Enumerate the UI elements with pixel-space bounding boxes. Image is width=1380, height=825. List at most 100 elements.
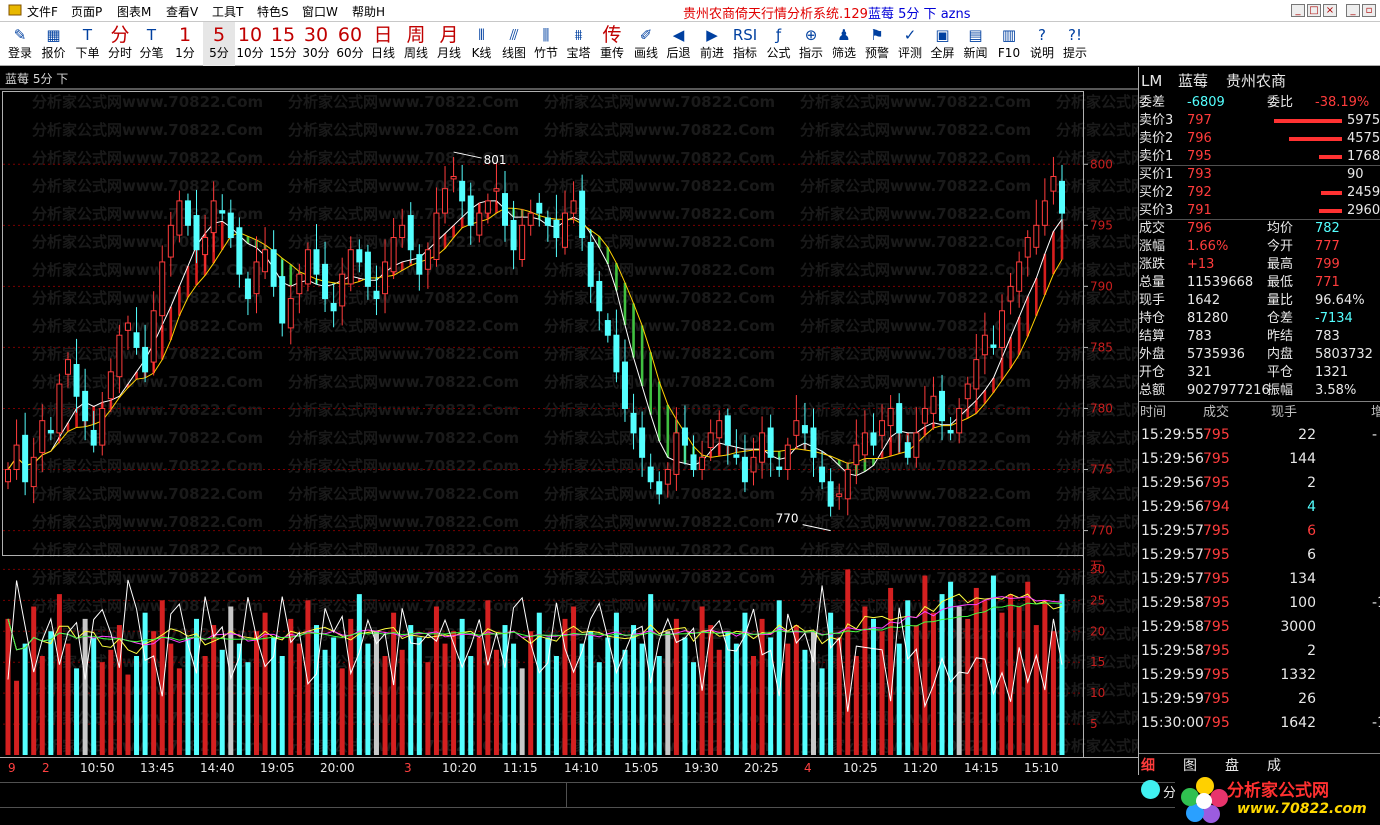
candle-body [827, 481, 834, 507]
menu-tools[interactable]: 工具T [212, 3, 243, 20]
menu-window[interactable]: 窗口W [302, 3, 338, 20]
candle-body [296, 273, 303, 295]
toolbar-button-forward[interactable]: ▶ 前进 [696, 22, 728, 66]
toolbar-button-news[interactable]: ▤ 新闻 [959, 22, 992, 66]
toolbar-button-alert[interactable]: ⚑ 预警 [860, 22, 894, 66]
maximize-button[interactable]: □ [1307, 4, 1321, 17]
volume-bar [999, 612, 1005, 755]
toolbar-button-month[interactable]: 月月线 [433, 22, 465, 66]
toolbar-button-signal[interactable]: ⊕ 指示 [795, 22, 827, 66]
toolbar-button-kline[interactable]: ⫴ K线 [465, 22, 498, 66]
candle-body [879, 420, 886, 436]
toolbar-button-screen[interactable]: ♟ 筛选 [828, 22, 860, 66]
toolbar-button-m1[interactable]: 1 1分 [170, 22, 200, 66]
chart-area[interactable]: 分析家公式网www.70822.Com 分析家公式网www.70822.Com 分析… [0, 67, 1138, 775]
time-axis-label: 19:05 [260, 761, 295, 775]
toolbar-button-m10[interactable]: 10 10分 [233, 22, 267, 66]
back-icon: ◀ [672, 26, 685, 44]
bid-label: 买价3 [1139, 203, 1174, 218]
toolbar-button-bamboo[interactable]: ⫼ 竹节 [530, 22, 562, 66]
menu-view[interactable]: 查看V [166, 3, 198, 20]
volume-bar [1025, 581, 1031, 755]
volume-bar [1059, 594, 1065, 755]
ask-volume-bar [1319, 155, 1342, 159]
toolbar-button-m60[interactable]: 60 60分 [333, 22, 367, 66]
menu-chart[interactable]: 图表M [117, 3, 151, 20]
toolbar-button-login[interactable]: ✎ 登录 [4, 22, 36, 66]
volume-bar [502, 625, 508, 755]
toolbar-button-draw[interactable]: ✐ 画线 [630, 22, 662, 66]
tick-time: 15:29:59 [1141, 667, 1204, 683]
toolbar-button-order[interactable]: ꓔ 下单 [71, 22, 104, 66]
candle-body [133, 332, 140, 348]
stat-value2: 771 [1315, 275, 1340, 290]
toolbar-button-m15[interactable]: 15 15分 [266, 22, 300, 66]
toolbar-button-fullscreen[interactable]: ▣ 全屏 [926, 22, 959, 66]
toolbar-button-week[interactable]: 周周线 [400, 22, 432, 66]
toolbar-button-tick[interactable]: 分分时 [103, 22, 137, 66]
watermark-text: 分析家公式网www.70822.Com [544, 233, 775, 251]
close-button[interactable]: × [1323, 4, 1337, 17]
toolbar-button-m5[interactable]: 5 5分 [203, 22, 235, 66]
alert-icon: ⚑ [870, 26, 884, 44]
toolbar-button-quote[interactable]: ▦ 报价 [37, 22, 70, 66]
stat-label: 现手 [1139, 293, 1166, 308]
tick-time: 15:29:55 [1141, 427, 1204, 443]
toolbar-button-linechart[interactable]: ⫻ 线图 [498, 22, 530, 66]
toolbar-button-trade[interactable]: T 分笔 [135, 22, 168, 66]
volume-bar [622, 649, 628, 755]
child-restore-button[interactable]: ▫ [1362, 4, 1376, 17]
volume-bar [74, 668, 80, 755]
toolbar-label-tick: 分时 [107, 46, 132, 60]
volume-bar [416, 637, 422, 755]
menu-file[interactable]: 文件F [27, 3, 58, 20]
stat-label2: 均价 [1267, 221, 1294, 236]
toolbar-label-draw: 画线 [633, 46, 658, 60]
tick-time: 15:29:58 [1141, 619, 1204, 635]
toolbar-button-f10[interactable]: ▥ F10 [993, 22, 1025, 66]
menu-special[interactable]: 特色S [257, 3, 289, 20]
child-minimize-button[interactable]: _ [1346, 4, 1360, 17]
toolbar-button-overlay[interactable]: 传重传 [596, 22, 628, 66]
candle-body [364, 251, 371, 287]
toolbar-button-tips[interactable]: ?! 提示 [1059, 22, 1091, 66]
candle-body [921, 407, 928, 424]
tick-price: 795 [1203, 619, 1230, 635]
candle-body [904, 442, 911, 458]
m1-icon: 1 [178, 24, 192, 46]
panel-tab[interactable]: 细 [1141, 755, 1155, 775]
watermark-text: 分析家公式网www.70822.Com [544, 513, 775, 531]
toolbar-button-help-hint[interactable]: ? 说明 [1026, 22, 1058, 66]
candle-body [939, 390, 946, 422]
candle-body [639, 427, 646, 458]
volume-bar [125, 674, 131, 755]
toolbar-button-formula[interactable]: ƒ 公式 [762, 22, 795, 66]
minimize-button[interactable]: _ [1291, 4, 1305, 17]
app-menu-icon[interactable] [8, 3, 22, 20]
volume-axis-label: 5 [1090, 717, 1098, 731]
toolbar-button-indicator[interactable]: RSI 指标 [728, 22, 762, 66]
candle-body [210, 200, 217, 234]
candle-body [22, 434, 29, 483]
toolbar-button-tower[interactable]: ⩩ 宝塔 [562, 22, 595, 66]
toolbar-label-linechart: 线图 [501, 46, 526, 60]
candle-body [604, 320, 611, 336]
toolbar-button-day[interactable]: 日日线 [367, 22, 399, 66]
tick-volume: 144 [1289, 451, 1316, 467]
candle-body [656, 481, 663, 495]
volume-bar [571, 606, 577, 755]
watermark-text: 分析家公式网www.70822.Com [800, 261, 1031, 279]
toolbar-button-review[interactable]: ✓ 评测 [894, 22, 926, 66]
menu-page[interactable]: 页面P [71, 3, 102, 20]
volume-bar [845, 569, 851, 755]
stat-label: 外盘 [1139, 347, 1166, 362]
title-bar: 文件F 页面P 图表M 查看V 工具T 特色S 窗口W 帮助H 贵州农商倚天行情… [0, 0, 1380, 22]
price-axis-label: 780 [1090, 401, 1113, 415]
watermark-text: 分析家公式网www.70822.Com [800, 177, 1031, 195]
toolbar-button-m30[interactable]: 30 30分 [299, 22, 333, 66]
toolbar-label-tower: 宝塔 [566, 46, 591, 60]
toolbar-button-back[interactable]: ◀ 后退 [662, 22, 695, 66]
menu-help[interactable]: 帮助H [352, 3, 385, 20]
m30-icon: 30 [303, 24, 329, 46]
toolbar-label-login: 登录 [7, 46, 32, 60]
